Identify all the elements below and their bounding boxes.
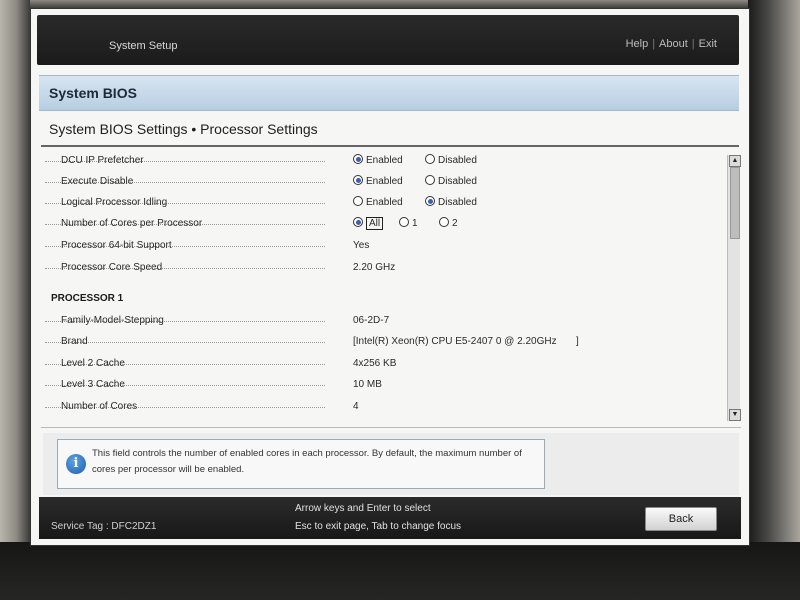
setting-row-64bit-support: Processor 64-bit Support Yes bbox=[45, 236, 727, 256]
exit-link[interactable]: Exit bbox=[699, 38, 717, 50]
setting-row-core-speed: Processor Core Speed 2.20 GHz bbox=[45, 258, 727, 278]
top-links: Help | About | Exit bbox=[625, 38, 717, 50]
setting-row-execute-disable: Execute Disable Enabled Disabled bbox=[45, 172, 727, 192]
radio-option-all[interactable]: All bbox=[353, 217, 384, 230]
footer-bar: Service Tag : DFC2DZ1 Arrow keys and Ent… bbox=[39, 497, 741, 539]
setting-label: Brand bbox=[61, 336, 88, 347]
radio-unselected-icon bbox=[399, 217, 409, 227]
setting-value: 4 bbox=[353, 401, 359, 412]
settings-list: DCU IP Prefetcher Enabled Disabled Execu… bbox=[45, 151, 727, 423]
setting-value: [Intel(R) Xeon(R) CPU E5-2407 0 @ 2.20GH… bbox=[353, 336, 579, 347]
setting-row-number-of-cores: Number of Cores 4 bbox=[45, 397, 727, 417]
setting-row-brand: Brand [Intel(R) Xeon(R) CPU E5-2407 0 @ … bbox=[45, 332, 727, 352]
title-divider bbox=[41, 145, 739, 147]
setting-row-logical-processor-idling: Logical Processor Idling Enabled Disable… bbox=[45, 193, 727, 213]
setting-value: 4x256 KB bbox=[353, 358, 397, 369]
radio-option-2[interactable]: 2 bbox=[439, 217, 458, 229]
about-link[interactable]: About bbox=[659, 38, 688, 50]
section-header: System BIOS bbox=[39, 75, 739, 111]
help-link[interactable]: Help bbox=[626, 38, 649, 50]
setting-label: Logical Processor Idling bbox=[61, 197, 168, 208]
setting-label: Level 2 Cache bbox=[61, 358, 125, 369]
radio-unselected-icon bbox=[353, 196, 363, 206]
help-text: This field controls the number of enable… bbox=[92, 448, 522, 475]
settings-scrollbar[interactable]: ▲ ▼ bbox=[727, 155, 741, 421]
setting-value: 06-2D-7 bbox=[353, 315, 390, 326]
radio-selected-icon bbox=[353, 217, 363, 227]
radio-option-1[interactable]: 1 bbox=[399, 217, 418, 229]
scroll-up-arrow-icon[interactable]: ▲ bbox=[729, 155, 741, 167]
page-title: System BIOS Settings • Processor Setting… bbox=[49, 121, 318, 137]
setting-label: Processor 64-bit Support bbox=[61, 240, 172, 251]
service-tag: Service Tag : DFC2DZ1 bbox=[51, 521, 157, 532]
radio-option-enabled[interactable]: Enabled bbox=[353, 196, 403, 208]
processor-1-heading: PROCESSOR 1 bbox=[51, 293, 124, 304]
setting-label: Number of Cores per Processor bbox=[61, 218, 203, 229]
radio-unselected-icon bbox=[425, 175, 435, 185]
setting-row-family-model-stepping: Family-Model-Stepping 06-2D-7 bbox=[45, 311, 727, 331]
info-icon: i bbox=[66, 454, 86, 474]
monitor-bezel-right bbox=[748, 0, 800, 600]
setting-row-level-3-cache: Level 3 Cache 10 MB bbox=[45, 375, 727, 395]
setting-value: 10 MB bbox=[353, 379, 382, 390]
radio-selected-icon bbox=[425, 196, 435, 206]
section-title: System BIOS bbox=[49, 85, 137, 101]
help-panel: i This field controls the number of enab… bbox=[43, 433, 739, 495]
setting-label: Number of Cores bbox=[61, 401, 138, 412]
app-title: System Setup bbox=[109, 40, 178, 52]
radio-option-enabled[interactable]: Enabled bbox=[353, 154, 403, 166]
radio-option-enabled[interactable]: Enabled bbox=[353, 175, 403, 187]
radio-option-disabled[interactable]: Disabled bbox=[425, 175, 477, 187]
setting-label: Execute Disable bbox=[61, 176, 134, 187]
setting-label: Processor Core Speed bbox=[61, 262, 163, 273]
radio-unselected-icon bbox=[425, 154, 435, 164]
setting-value: Yes bbox=[353, 240, 370, 251]
setting-value: 2.20 GHz bbox=[353, 262, 396, 273]
key-hint-line-2: Esc to exit page, Tab to change focus bbox=[295, 521, 462, 532]
top-bar: System Setup Help | About | Exit bbox=[37, 15, 739, 65]
radio-option-disabled[interactable]: Disabled bbox=[425, 196, 477, 208]
radio-selected-icon bbox=[353, 175, 363, 185]
key-hint-line-1: Arrow keys and Enter to select bbox=[295, 503, 431, 514]
back-button[interactable]: Back bbox=[645, 507, 717, 531]
setting-row-level-2-cache: Level 2 Cache 4x256 KB bbox=[45, 354, 727, 374]
monitor-bezel-left bbox=[0, 0, 30, 600]
focus-indicator: All bbox=[366, 217, 384, 230]
setting-label: DCU IP Prefetcher bbox=[61, 155, 144, 166]
help-box: i This field controls the number of enab… bbox=[57, 439, 545, 489]
radio-option-disabled[interactable]: Disabled bbox=[425, 154, 477, 166]
radio-unselected-icon bbox=[439, 217, 449, 227]
monitor-bezel-bottom bbox=[0, 542, 800, 600]
radio-selected-icon bbox=[353, 154, 363, 164]
setting-label: Family-Model-Stepping bbox=[61, 315, 164, 326]
setting-row-dcu-ip-prefetcher: DCU IP Prefetcher Enabled Disabled bbox=[45, 151, 727, 171]
list-divider bbox=[41, 427, 741, 428]
bios-screen: System Setup Help | About | Exit System BIOS… bbox=[30, 8, 750, 546]
setting-row-cores-per-processor: Number of Cores per Processor All 1 2 bbox=[45, 214, 727, 234]
scroll-down-arrow-icon[interactable]: ▼ bbox=[729, 409, 741, 421]
scroll-thumb[interactable] bbox=[730, 167, 740, 239]
setting-label: Level 3 Cache bbox=[61, 379, 125, 390]
